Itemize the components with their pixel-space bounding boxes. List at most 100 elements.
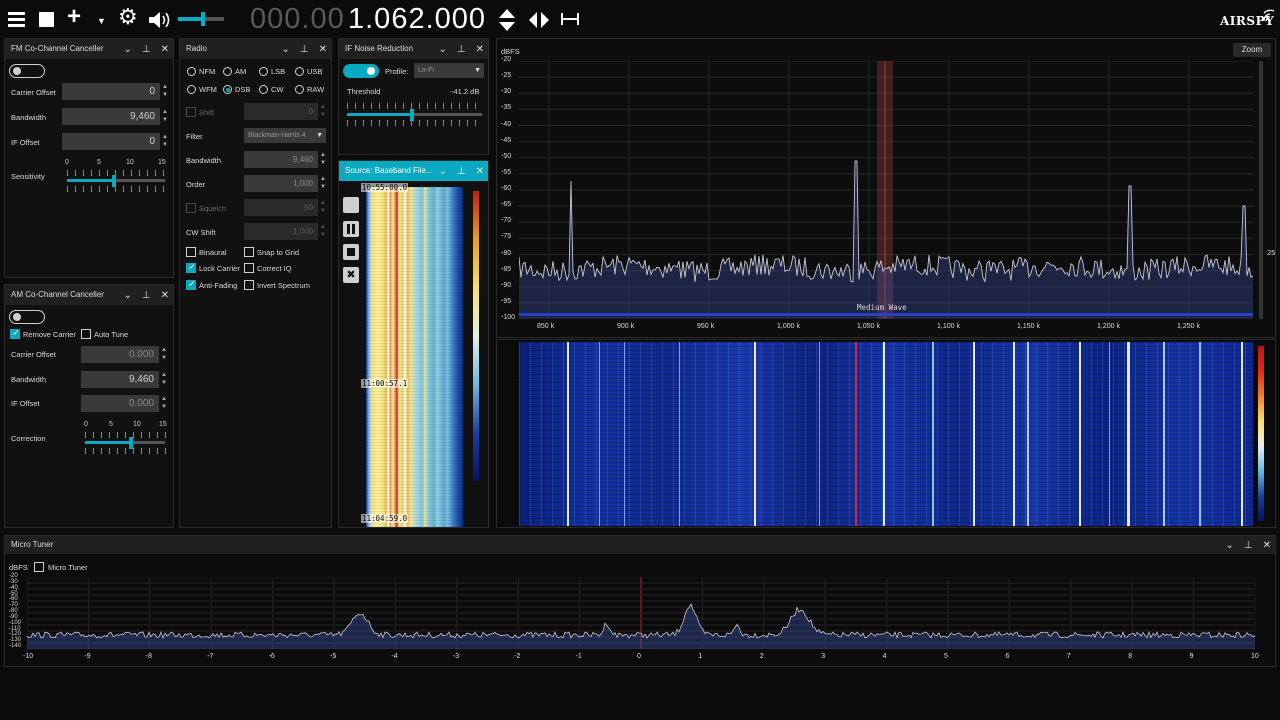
binaural-checkbox[interactable] (186, 247, 196, 257)
fm-cc-enable-toggle[interactable] (9, 64, 45, 78)
collapse-icon[interactable]: ⌄ (124, 290, 132, 301)
mode-radio-raw[interactable] (295, 85, 304, 94)
x-tick-label: 9 (1189, 653, 1194, 660)
close-icon[interactable]: ✕ (161, 290, 169, 301)
bandwidth-spinner[interactable]: ▲ ▼ (318, 151, 328, 168)
main-waterfall[interactable] (519, 342, 1253, 526)
bandwidth-spinner[interactable]: ▲ ▼ (160, 108, 170, 125)
anti-fading-checkbox[interactable] (186, 279, 196, 290)
cw-shift-field[interactable]: 1,000 (244, 223, 318, 240)
pin-icon[interactable]: ⊥ (457, 44, 466, 55)
order-spinner[interactable]: ▲ ▼ (318, 175, 328, 192)
mode-radio-dsb[interactable] (223, 85, 232, 94)
carrier-offset-field[interactable]: 0 (62, 83, 160, 100)
if-offset-spinner[interactable]: ▲ ▼ (160, 133, 170, 150)
mode-label-usb: USB (307, 67, 323, 76)
x-tick-label: 6 (1005, 653, 1010, 660)
squelch-spinner[interactable]: ▲ ▼ (318, 199, 328, 216)
color-scale (473, 191, 479, 481)
radio-panel: Radio ⌄ ⊥ ✕ NFM AM LSB USB WFM DSB CW RA… (179, 38, 332, 528)
invert-spectrum-checkbox[interactable] (244, 280, 254, 290)
remove-carrier-checkbox[interactable] (10, 328, 20, 339)
mode-radio-lsb[interactable] (259, 67, 268, 76)
mode-radio-cw[interactable] (259, 85, 268, 94)
bandwidth-field[interactable]: 9,460 (62, 108, 160, 125)
close-icon[interactable]: ✕ (161, 44, 169, 55)
order-field[interactable]: 1,000 (244, 175, 318, 192)
pin-icon[interactable]: ⊥ (142, 290, 151, 301)
chevron-down-icon[interactable]: ▼ (97, 11, 106, 31)
waterfall-signal-line (1027, 342, 1029, 526)
pin-icon[interactable]: ⊥ (457, 166, 466, 177)
collapse-icon[interactable]: ⌄ (439, 166, 447, 177)
close-icon[interactable]: ✕ (476, 166, 484, 177)
carrier-offset-field[interactable]: 0.000 (81, 346, 159, 363)
squelch-field[interactable]: 50 (244, 199, 318, 216)
bandwidth-field[interactable]: 9,460 (244, 151, 318, 168)
am-cc-enable-toggle[interactable] (9, 310, 45, 324)
zoom-button[interactable]: Zoom (1233, 43, 1271, 57)
micro-tuner-plot[interactable] (27, 577, 1255, 649)
mode-radio-usb[interactable] (295, 67, 304, 76)
carrier-offset-spinner[interactable]: ▲ ▼ (160, 83, 170, 100)
collapse-icon[interactable]: ⌄ (282, 44, 290, 55)
baseband-waterfall[interactable] (366, 187, 463, 527)
vertical-scrollbar[interactable] (1259, 61, 1263, 319)
add-icon[interactable]: + (67, 5, 81, 29)
stop-icon[interactable] (39, 12, 54, 27)
snap-to-grid-checkbox[interactable] (244, 247, 254, 257)
correct-iq-checkbox[interactable] (244, 263, 254, 273)
lock-carrier-checkbox[interactable] (186, 262, 196, 273)
step-updown-icon[interactable] (498, 8, 516, 32)
auto-tune-checkbox[interactable] (81, 329, 91, 339)
profile-select[interactable]: Lo-Fi ▼ (414, 63, 484, 78)
spectrum-plot[interactable] (519, 61, 1253, 319)
bandwidth-field[interactable]: 9,460 (81, 371, 159, 388)
mode-label-lsb: LSB (271, 67, 286, 76)
squelch-checkbox[interactable] (186, 203, 196, 213)
mode-radio-nfm[interactable] (187, 67, 196, 76)
collapse-icon[interactable]: ⌄ (124, 44, 132, 55)
close-icon[interactable]: ✕ (476, 44, 484, 55)
collapse-icon[interactable]: ⌄ (439, 44, 447, 55)
gear-icon[interactable]: ⚙ (118, 6, 138, 28)
if-offset-field[interactable]: 0 (62, 133, 160, 150)
ifnr-enable-toggle[interactable] (343, 64, 379, 78)
mode-radio-wfm[interactable] (187, 85, 196, 94)
tools-icon[interactable]: ✖ (343, 267, 359, 283)
volume-slider[interactable] (178, 12, 224, 26)
bandwidth-spinner[interactable]: ▲ ▼ (159, 371, 169, 388)
shift-field[interactable]: 0 (244, 103, 318, 120)
x-tick-label: -7 (207, 653, 214, 660)
shift-checkbox[interactable] (186, 107, 196, 117)
mode-radio-am[interactable] (223, 67, 232, 76)
tick-label: 15 (158, 159, 166, 166)
pause-icon[interactable] (343, 221, 359, 237)
micro-tuner-checkbox[interactable] (34, 562, 44, 572)
x-tick-label: 1,150 k (1017, 323, 1040, 330)
frequency-display[interactable]: 000.00 1.062.000 (250, 0, 490, 38)
shift-spinner[interactable]: ▲ ▼ (318, 103, 328, 120)
carrier-offset-spinner[interactable]: ▲ ▼ (159, 346, 169, 363)
cw-shift-spinner[interactable]: ▲ ▼ (318, 223, 328, 240)
collapse-icon[interactable]: ⌄ (1226, 540, 1234, 551)
if-offset-spinner[interactable]: ▲ ▼ (159, 395, 169, 412)
open-file-icon[interactable] (343, 197, 359, 213)
speaker-icon[interactable] (148, 11, 172, 29)
y-tick-label: -50 (501, 152, 512, 160)
if-offset-field[interactable]: 0.000 (81, 395, 159, 412)
center-tune-icon[interactable] (527, 11, 551, 29)
toolbar: + ▼ ⚙ 000.00 1.062.000 AIRSPY (0, 0, 1280, 38)
close-icon[interactable]: ✕ (1263, 540, 1271, 551)
close-icon[interactable]: ✕ (319, 44, 327, 55)
stop-icon[interactable] (343, 244, 359, 260)
spectrum-range-value: 25 (1267, 248, 1276, 257)
pin-icon[interactable]: ⊥ (300, 44, 309, 55)
filter-select[interactable]: Blackman-Harris 4 ▼ (244, 128, 326, 143)
pin-icon[interactable]: ⊥ (142, 44, 151, 55)
tick-label: 15 (159, 421, 167, 428)
span-icon[interactable] (560, 12, 580, 26)
pin-icon[interactable]: ⊥ (1244, 540, 1253, 551)
binaural-label: Binaural (199, 248, 227, 257)
menu-icon[interactable] (8, 12, 25, 27)
